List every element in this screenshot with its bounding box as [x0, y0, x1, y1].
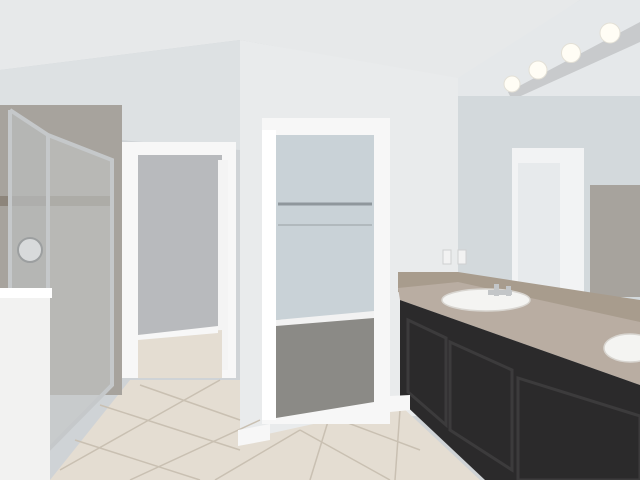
- wall-switch: [457, 249, 467, 265]
- shower-valve-handle: [17, 237, 43, 263]
- mirror-reflected-shower: [590, 185, 640, 297]
- wall-outlet: [442, 249, 452, 265]
- right-baseboard: [390, 395, 410, 412]
- left-doorway-hall: [138, 155, 222, 335]
- bathroom-photo: [0, 0, 640, 480]
- half-wall-cap: [0, 288, 52, 298]
- closet-carpet: [276, 314, 374, 418]
- closet-open-door: [262, 130, 276, 420]
- shower-half-wall: [0, 290, 50, 480]
- mirror-reflected-door: [518, 163, 560, 288]
- closet-back-wall: [276, 135, 374, 320]
- bathroom-scene: [0, 0, 640, 480]
- shower-glass-door: [48, 135, 112, 450]
- left-sink: [441, 288, 531, 312]
